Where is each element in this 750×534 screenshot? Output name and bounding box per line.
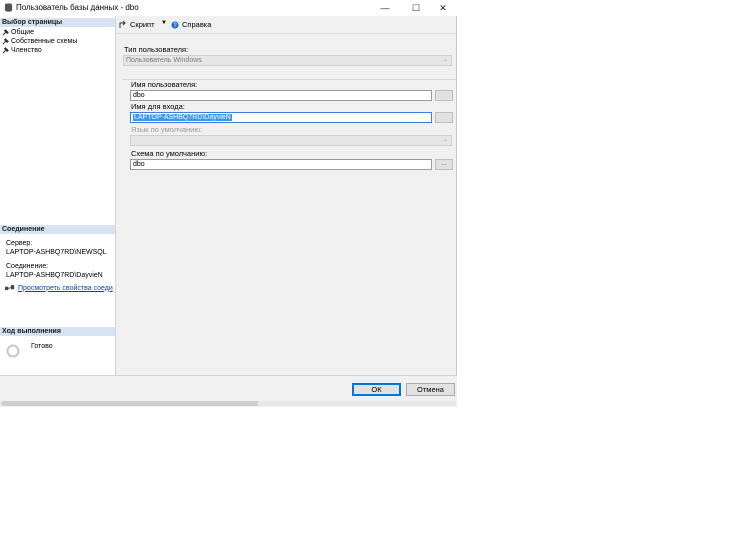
help-icon: ?	[171, 20, 179, 29]
toolbar: Скрипт ▼ ? Справка	[116, 16, 456, 34]
server-value: LAPTOP-ASHBQ7RD\NEWSQL	[6, 249, 107, 256]
chevron-down-icon: ⌄	[442, 57, 448, 63]
user-name-input[interactable]: dbo	[130, 90, 432, 101]
view-connection-properties[interactable]: Просмотреть свойства соеди	[5, 284, 115, 292]
user-name-label: Имя пользователя:	[131, 80, 198, 89]
script-label: Скрипт	[130, 20, 155, 29]
page-item-label: Общие	[11, 29, 35, 36]
ok-button[interactable]: ОК	[352, 383, 401, 396]
default-language-label: Язык по умолчанию:	[131, 125, 203, 134]
script-dropdown[interactable]: ▼	[161, 20, 167, 26]
user-type-value: Пользователь Windows	[126, 57, 202, 64]
chevron-down-icon: ▼	[161, 20, 167, 26]
page-item-label: Членство	[11, 47, 42, 54]
general-page: Тип пользователя: Пользователь Windows ⌄…	[116, 34, 456, 375]
default-language-combo[interactable]: ⌄	[130, 135, 452, 146]
connection-value: LAPTOP-ASHBQ7RD\DayvieN	[6, 272, 103, 279]
maximize-button[interactable]: ☐	[401, 0, 431, 16]
connection-header: Соединение	[0, 225, 115, 234]
cancel-button[interactable]: Отмена	[406, 383, 455, 396]
page-item-label: Собственные схемы	[11, 38, 78, 45]
connection-label: Соединение:	[6, 263, 49, 270]
title-bar: Пользователь базы данных - dbo — ☐ ✕	[0, 0, 457, 16]
server-label: Сервер:	[6, 240, 33, 247]
user-type-label: Тип пользователя:	[124, 45, 189, 54]
default-schema-browse-button[interactable]: ...	[435, 159, 453, 170]
login-value: LAPTOP-ASHBQ7RD\DayvieN	[133, 114, 232, 121]
page-item-general[interactable]: Общие	[2, 28, 34, 37]
help-label: Справка	[182, 20, 212, 29]
wrench-icon	[2, 29, 9, 36]
login-browse-button[interactable]	[435, 112, 453, 123]
chevron-down-icon: ⌄	[442, 137, 448, 143]
user-type-combo[interactable]: Пользователь Windows ⌄	[123, 55, 452, 66]
page-item-owned-schemas[interactable]: Собственные схемы	[2, 37, 77, 46]
progress-header: Ход выполнения	[0, 327, 115, 336]
minimize-button[interactable]: —	[370, 0, 400, 16]
database-user-dialog: Пользователь базы данных - dbo — ☐ ✕ Выб…	[0, 0, 457, 407]
default-schema-input[interactable]: dbo	[130, 159, 432, 170]
connection-icon	[5, 285, 15, 291]
login-label: Имя для входа:	[131, 102, 185, 111]
progress-ring-icon	[6, 344, 20, 358]
close-button[interactable]: ✕	[428, 0, 458, 16]
scrollbar-thumb[interactable]	[2, 401, 258, 406]
user-name-browse-button[interactable]	[435, 90, 453, 101]
page-item-membership[interactable]: Членство	[2, 46, 42, 55]
login-input[interactable]: LAPTOP-ASHBQ7RD\DayvieN	[130, 112, 432, 123]
script-icon	[119, 20, 126, 28]
progress-status: Готово	[31, 343, 53, 350]
window-title: Пользователь базы данных - dbo	[16, 3, 139, 12]
wrench-icon	[2, 47, 9, 54]
database-icon	[4, 3, 13, 12]
script-button[interactable]: Скрипт	[119, 20, 155, 29]
help-button[interactable]: ? Справка	[171, 20, 211, 29]
wrench-icon	[2, 38, 9, 45]
select-page-header: Выбор страницы	[0, 18, 115, 27]
default-schema-label: Схема по умолчанию:	[131, 149, 208, 158]
left-pane: Выбор страницы Общие Собственные схемы Ч…	[0, 16, 116, 375]
view-connection-link[interactable]: Просмотреть свойства соеди	[18, 285, 113, 292]
